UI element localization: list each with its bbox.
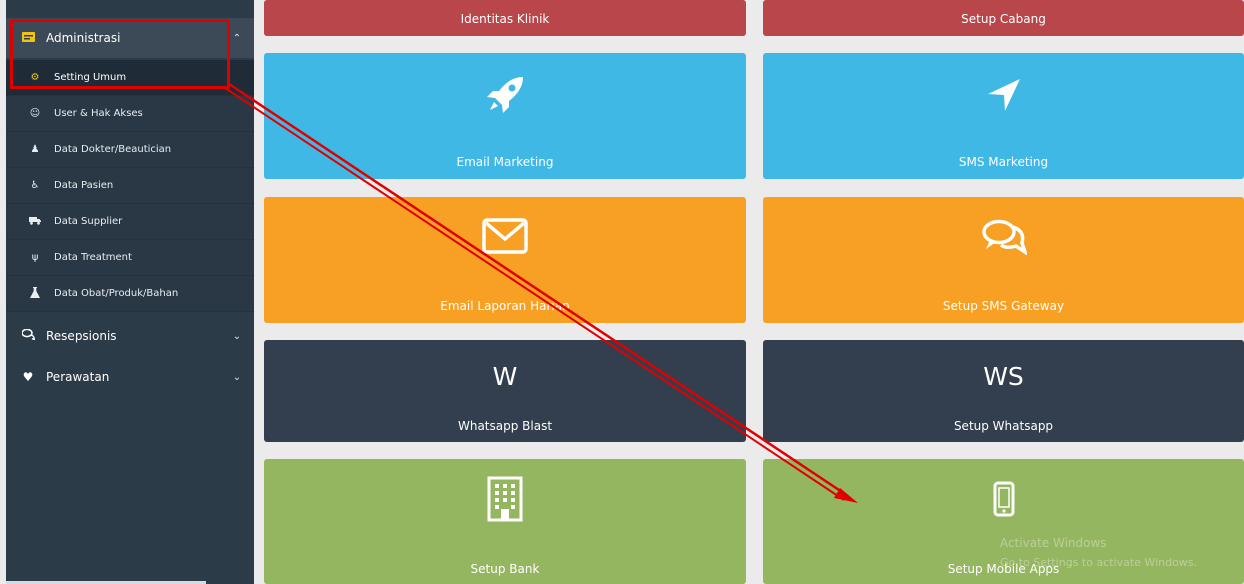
tile-sms-marketing[interactable]: SMS Marketing: [763, 53, 1244, 179]
sidebar-item-label: Data Obat/Produk/Bahan: [54, 288, 179, 299]
menu-group-resepsionis[interactable]: Resepsionis ⌄: [6, 316, 254, 356]
sidebar-item-label: Setting Umum: [54, 72, 127, 83]
tile-label: SMS Marketing: [958, 155, 1049, 169]
sidebar-item-label: Data Pasien: [54, 180, 114, 191]
sidebar: Administrasi ⌃ ⚙ Setting Umum ☺ User & H…: [6, 0, 254, 584]
watermark-line-2: Go to Settings to activate Windows.: [1000, 556, 1198, 569]
comments-icon: [20, 328, 36, 343]
id-card-icon: [20, 31, 36, 45]
sidebar-item-data-supplier[interactable]: Data Supplier: [6, 204, 254, 240]
sidebar-item-data-dokter[interactable]: ♟ Data Dokter/Beautician: [6, 132, 254, 168]
mobile-phone-icon: [763, 481, 1244, 517]
sidebar-item-setting-umum[interactable]: ⚙ Setting Umum: [6, 60, 254, 96]
building-icon: [264, 476, 746, 522]
wheelchair-icon: ♿: [30, 180, 40, 191]
sidebar-item-label: User & Hak Akses: [54, 108, 143, 119]
tile-label: Setup Cabang: [961, 12, 1046, 26]
whatsapp-blast-glyph: W: [492, 362, 518, 391]
sidebar-item-user-hak-akses[interactable]: ☺ User & Hak Akses: [6, 96, 254, 132]
rocket-icon: [264, 75, 746, 115]
sidebar-item-data-obat[interactable]: Data Obat/Produk/Bahan: [6, 276, 254, 312]
tile-label: Setup Whatsapp: [953, 419, 1054, 433]
sidebar-item-label: Data Treatment: [54, 252, 132, 263]
chevron-down-icon: ⌄: [232, 371, 242, 383]
tile-label: Setup SMS Gateway: [942, 299, 1065, 313]
heart-icon: ♥: [22, 370, 34, 384]
submenu-administrasi: ⚙ Setting Umum ☺ User & Hak Akses ♟ Data…: [6, 60, 254, 312]
gear-icon: ⚙: [30, 72, 40, 83]
stethoscope-icon: ψ: [31, 252, 39, 263]
flask-icon: [28, 286, 42, 301]
tile-label: Identitas Klinik: [460, 12, 550, 26]
comments-icon: [763, 219, 1244, 255]
chevron-up-icon: ⌃: [232, 32, 242, 44]
tile-setup-bank[interactable]: Setup Bank: [264, 459, 746, 584]
tile-label: Email Laporan Harian: [440, 299, 570, 313]
menu-group-label: Administrasi: [46, 31, 121, 45]
location-arrow-icon: [763, 77, 1244, 113]
tile-setup-sms-gateway[interactable]: Setup SMS Gateway: [763, 197, 1244, 323]
tile-email-marketing[interactable]: Email Marketing: [264, 53, 746, 179]
tile-label: Email Marketing: [456, 155, 554, 169]
menu-group-label: Resepsionis: [46, 329, 117, 343]
menu-group-label: Perawatan: [46, 370, 110, 384]
user-md-icon: ♟: [30, 144, 40, 155]
envelope-icon: [264, 217, 746, 255]
tile-setup-cabang[interactable]: Setup Cabang: [763, 0, 1244, 36]
tile-label: Setup Bank: [470, 562, 540, 576]
smile-icon: ☺: [29, 108, 41, 119]
sidebar-item-data-pasien[interactable]: ♿ Data Pasien: [6, 168, 254, 204]
tile-setup-whatsapp[interactable]: WS Setup Whatsapp: [763, 340, 1244, 442]
tile-identitas-klinik[interactable]: Identitas Klinik: [264, 0, 746, 36]
setup-whatsapp-glyph: WS: [983, 362, 1024, 391]
truck-icon: [28, 216, 42, 228]
sidebar-item-label: Data Dokter/Beautician: [54, 144, 172, 155]
tile-email-laporan-harian[interactable]: Email Laporan Harian: [264, 197, 746, 323]
menu-group-administrasi[interactable]: Administrasi ⌃: [6, 18, 254, 58]
sidebar-item-data-treatment[interactable]: ψ Data Treatment: [6, 240, 254, 276]
tile-whatsapp-blast[interactable]: W Whatsapp Blast: [264, 340, 746, 442]
tile-label: Whatsapp Blast: [457, 419, 553, 433]
menu-group-perawatan[interactable]: ♥ Perawatan ⌄: [6, 357, 254, 397]
chevron-down-icon: ⌄: [232, 330, 242, 342]
watermark-line-1: Activate Windows: [1000, 536, 1107, 550]
sidebar-item-label: Data Supplier: [54, 216, 123, 227]
